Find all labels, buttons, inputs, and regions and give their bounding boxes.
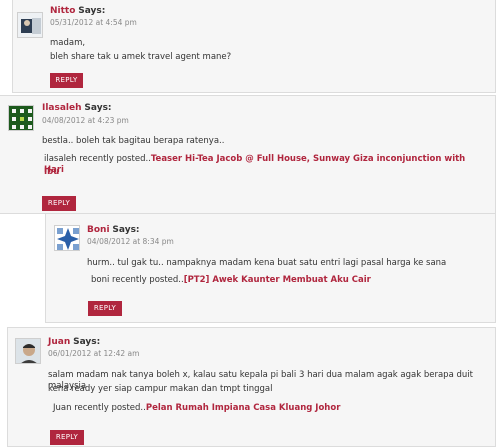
avatar: [15, 338, 41, 364]
comment-date[interactable]: 04/08/2012 at 4:23 pm: [42, 116, 129, 125]
comment-ilasaleh: Ilasaleh Says: 04/08/2012 at 4:23 pm bes…: [0, 95, 496, 214]
comment-text-line: bestla.. boleh tak bagitau berapa rateny…: [42, 136, 225, 146]
reply-button[interactable]: REPLY: [42, 196, 76, 211]
recent-post-link[interactable]: Pelan Rumah Impiana Casa Kluang Johor: [146, 403, 341, 413]
recent-post-line: boni recently posted..[PT2] Awek Kaunter…: [91, 275, 371, 286]
says-label: Says:: [78, 6, 106, 16]
comment-author: Juan Says:: [48, 337, 100, 347]
recent-post-prefix: Juan recently posted..: [53, 403, 146, 413]
comment-nitto: Nitto Says: 05/31/2012 at 4:54 pm madam,…: [12, 0, 496, 93]
reply-button[interactable]: REPLY: [50, 73, 83, 88]
recent-post-line: Ibu: [44, 167, 59, 178]
comment-boni: Boni Says: 04/08/2012 at 8:34 pm hurm.. …: [45, 213, 496, 323]
comment-date[interactable]: 06/01/2012 at 12:42 am: [48, 349, 139, 358]
author-name-link[interactable]: Boni: [87, 225, 110, 235]
avatar-image: [16, 339, 40, 363]
avatar: [54, 225, 80, 251]
comment-date[interactable]: 05/31/2012 at 4:54 pm: [50, 18, 137, 27]
author-name-link[interactable]: Nitto: [50, 6, 75, 16]
recent-post-line: ilasaleh recently posted..Teaser Hi-Tea …: [44, 154, 484, 176]
says-label: Says:: [73, 337, 101, 347]
comment-author: Ilasaleh Says:: [42, 103, 112, 113]
comment-date[interactable]: 04/08/2012 at 8:34 pm: [87, 237, 174, 246]
author-name-link[interactable]: Juan: [48, 337, 70, 347]
says-label: Says:: [84, 103, 112, 113]
avatar: [17, 12, 43, 38]
recent-post-prefix: boni recently posted..: [91, 275, 184, 285]
avatar: [8, 105, 34, 131]
comment-juan: Juan Says: 06/01/2012 at 12:42 am salam …: [7, 327, 496, 447]
recent-post-link[interactable]: [PT2] Awek Kaunter Membuat Aku Cair: [184, 275, 371, 285]
avatar-image: [9, 106, 33, 130]
comment-text-line: kena ready yer siap campur makan dan tmp…: [48, 384, 273, 394]
author-name-link[interactable]: Ilasaleh: [42, 103, 82, 113]
comment-author: Boni Says:: [87, 225, 140, 235]
avatar-image: [55, 226, 79, 250]
comment-text-line: hurm.. tul gak tu.. nampaknya madam kena…: [87, 258, 447, 268]
reply-button[interactable]: REPLY: [88, 301, 122, 316]
comment-text-line: madam,: [50, 38, 86, 48]
comment-text-line: bleh share tak u amek travel agent mane?: [50, 52, 232, 62]
recent-post-prefix: ilasaleh recently posted..: [44, 154, 151, 164]
reply-button[interactable]: REPLY: [50, 430, 84, 445]
comment-author: Nitto Says:: [50, 6, 105, 16]
says-label: Says:: [112, 225, 140, 235]
avatar-image: [18, 13, 42, 37]
recent-post-link[interactable]: Ibu: [44, 167, 59, 177]
recent-post-line: Juan recently posted..Pelan Rumah Impian…: [53, 403, 340, 414]
